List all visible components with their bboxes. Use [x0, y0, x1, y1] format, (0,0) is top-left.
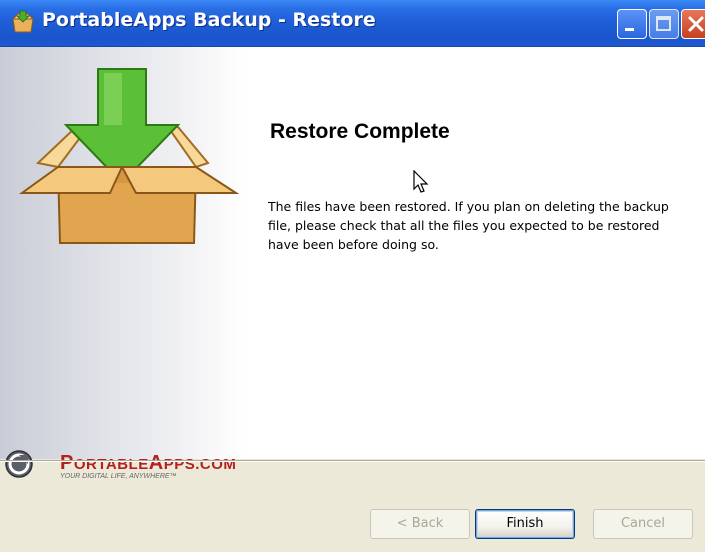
maximize-icon: [656, 16, 671, 31]
finish-button[interactable]: Finish: [475, 509, 575, 539]
package-icon: [11, 10, 35, 33]
side-panel: PORTABLEAPPS.COM YOUR DIGITAL LIFE, ANYW…: [0, 47, 245, 480]
mouse-cursor-icon: [413, 170, 429, 193]
brand-tagline: YOUR DIGITAL LIFE, ANYWHERE™: [60, 473, 177, 480]
wizard-content: PORTABLEAPPS.COM YOUR DIGITAL LIFE, ANYW…: [0, 47, 705, 480]
restore-box-icon: [18, 68, 240, 244]
restore-dialog: PortableApps Backup - Restore PORTABLEAP…: [0, 0, 705, 552]
close-icon: [688, 16, 704, 32]
window-title: PortableApps Backup - Restore: [42, 9, 376, 31]
footer-separator: [0, 460, 705, 462]
close-button[interactable]: [681, 9, 705, 39]
page-title: Restore Complete: [270, 120, 450, 143]
minimize-button[interactable]: [617, 9, 647, 39]
back-button[interactable]: < Back: [370, 509, 470, 539]
portableapps-brand: PORTABLEAPPS.COM: [60, 452, 237, 474]
portableapps-logo-icon: [5, 450, 33, 478]
maximize-button[interactable]: [649, 9, 679, 39]
minimize-icon: [625, 28, 634, 31]
cancel-button[interactable]: Cancel: [593, 509, 693, 539]
completion-message: The files have been restored. If you pla…: [268, 199, 669, 252]
title-bar[interactable]: PortableApps Backup - Restore: [0, 0, 705, 47]
